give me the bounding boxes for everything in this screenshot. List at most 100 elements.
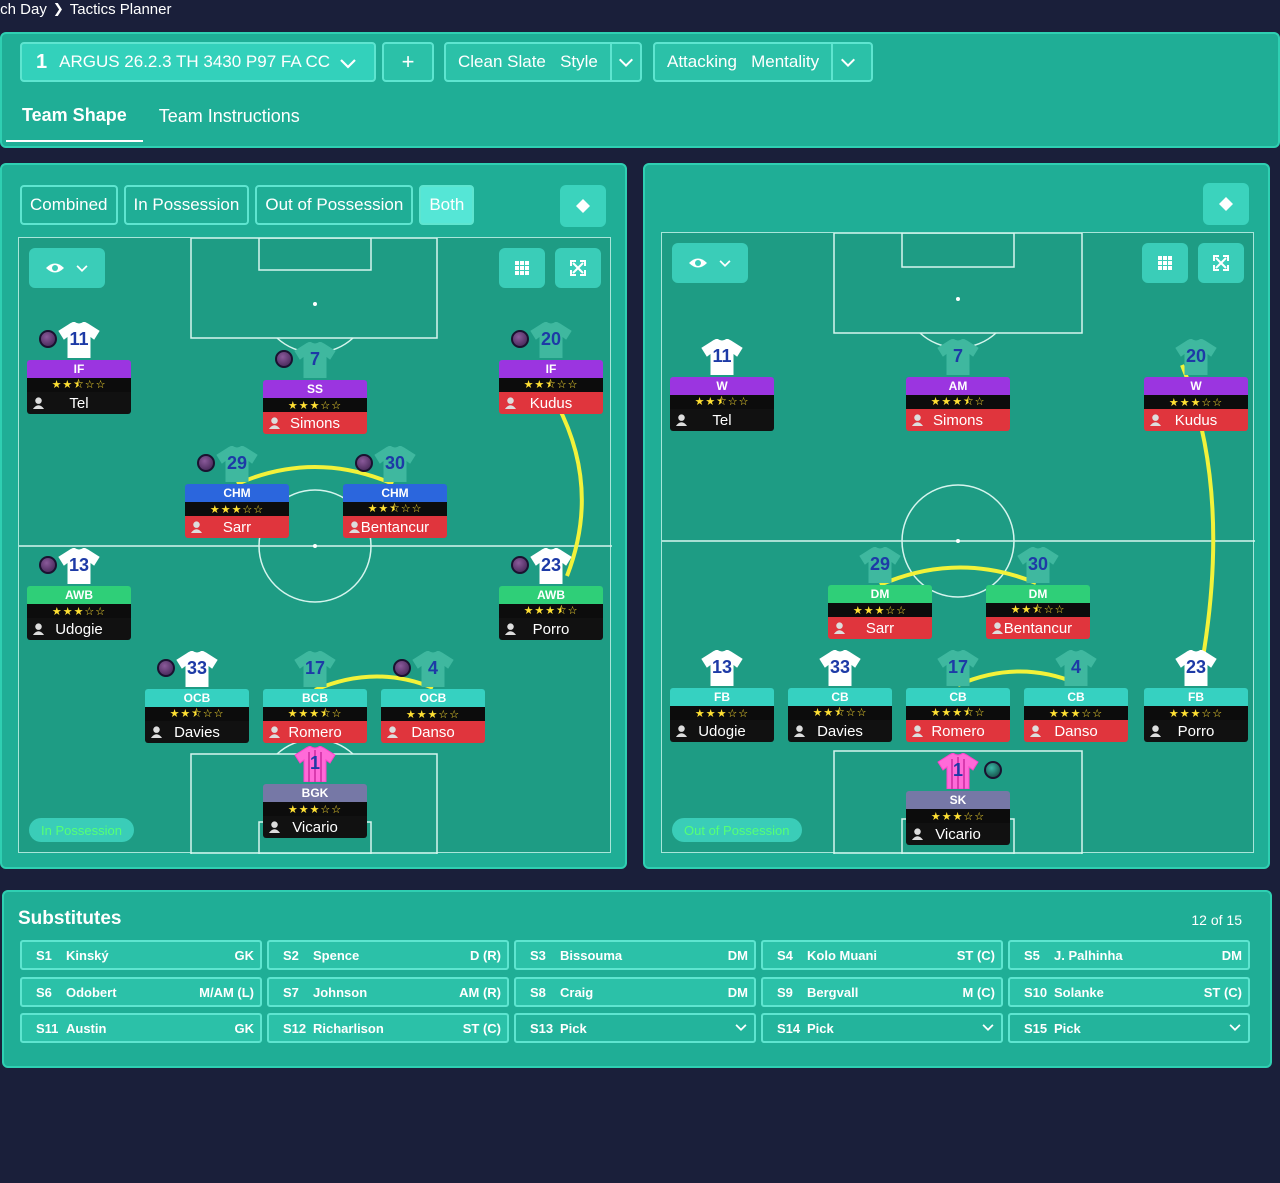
- shirt-icon: 4: [412, 650, 454, 688]
- ball-icon[interactable]: [39, 556, 57, 574]
- player-card[interactable]: SS ★★★☆☆ Simons: [263, 380, 367, 436]
- player-name: Danso: [1054, 722, 1098, 740]
- player-card[interactable]: OCB ★★⯪☆☆ Davies: [145, 689, 249, 745]
- player-card[interactable]: CB ★★★☆☆ Danso: [1024, 688, 1128, 744]
- expand-button[interactable]: [555, 248, 601, 288]
- person-icon: [150, 726, 163, 738]
- sub-position: D (R): [469, 947, 501, 963]
- player-rating: ★★⯪☆☆: [27, 378, 131, 392]
- visibility-toggle[interactable]: [29, 248, 105, 288]
- sub-player-name: Kolo Muani: [807, 947, 878, 963]
- player-card[interactable]: CHM ★★⯪☆☆ Bentancur: [343, 484, 447, 540]
- person-icon: [32, 623, 45, 635]
- player-card[interactable]: CHM ★★★☆☆ Sarr: [185, 484, 289, 540]
- chevron-down-icon[interactable]: [831, 44, 863, 80]
- sub-slot[interactable]: S3 Bissouma DM: [514, 940, 756, 970]
- sub-slot[interactable]: S12 Richarlison ST (C): [267, 1013, 509, 1043]
- player-rating: ★★⯪☆☆: [499, 378, 603, 392]
- sub-slot[interactable]: S4 Kolo Muani ST (C): [761, 940, 1003, 970]
- sub-slot[interactable]: S9 Bergvall M (C): [761, 977, 1003, 1007]
- sub-pick-select[interactable]: S13 Pick: [514, 1013, 756, 1043]
- ball-icon[interactable]: [355, 454, 373, 472]
- player-card[interactable]: IF ★★⯪☆☆ Kudus: [499, 360, 603, 416]
- player-card[interactable]: DM ★★★☆☆ Sarr: [828, 585, 932, 641]
- ball-icon[interactable]: [511, 556, 529, 574]
- sub-slot[interactable]: S6 Odobert M/AM (L): [20, 977, 262, 1007]
- grid-toggle-button[interactable]: [1142, 243, 1188, 283]
- sub-slot[interactable]: S11 Austin GK: [20, 1013, 262, 1043]
- add-tactic-button[interactable]: +: [382, 42, 434, 82]
- sub-slot[interactable]: S2 Spence D (R): [267, 940, 509, 970]
- player-role: OCB: [381, 689, 485, 707]
- player-rating: ★★★⯪☆: [263, 707, 367, 721]
- sub-slot[interactable]: S1 Kinský GK: [20, 940, 262, 970]
- sub-player-name: Craig: [560, 984, 594, 1000]
- view-in-possession-button[interactable]: In Possession: [123, 185, 250, 225]
- tactic-select[interactable]: 1 ARGUS 26.2.3 TH 3430 P97 FA CC: [20, 42, 376, 82]
- sub-slot-number: S13: [530, 1020, 554, 1036]
- player-card[interactable]: AWB ★★★⯪☆ Porro: [499, 586, 603, 642]
- player-rating: ★★★☆☆: [906, 809, 1010, 823]
- player-name: Kudus: [1174, 411, 1218, 429]
- shirt-number: 29: [869, 554, 891, 574]
- visibility-toggle[interactable]: [672, 243, 748, 283]
- chevron-down-icon[interactable]: [609, 44, 640, 80]
- person-icon: [504, 623, 517, 635]
- view-combined-button[interactable]: Combined: [20, 185, 118, 225]
- player-card[interactable]: CB ★★★⯪☆ Romero: [906, 688, 1010, 744]
- expand-button[interactable]: [1198, 243, 1244, 283]
- shirt-icon: 20: [530, 321, 572, 359]
- sub-pick-select[interactable]: S15 Pick: [1008, 1013, 1250, 1043]
- sub-position: AM (R): [459, 984, 501, 1000]
- formation-diamond-button[interactable]: [560, 185, 606, 227]
- sub-slot-number: S1: [36, 947, 52, 963]
- ball-icon[interactable]: [197, 454, 215, 472]
- view-both-button[interactable]: Both: [419, 185, 475, 225]
- ball-icon[interactable]: [511, 330, 529, 348]
- style-select[interactable]: Clean Slate Style: [444, 42, 642, 82]
- sub-slot[interactable]: S10 Solanke ST (C): [1008, 977, 1250, 1007]
- ball-icon[interactable]: [393, 659, 411, 677]
- ball-icon[interactable]: [157, 659, 175, 677]
- sub-position: GK: [234, 947, 255, 963]
- sub-slot[interactable]: S5 J. Palhinha DM: [1008, 940, 1250, 970]
- shirt-icon: 30: [1017, 546, 1059, 584]
- sub-slot[interactable]: S8 Craig DM: [514, 977, 756, 1007]
- ball-icon[interactable]: [275, 350, 293, 368]
- player-card[interactable]: AWB ★★★☆☆ Udogie: [27, 586, 131, 642]
- player-card[interactable]: FB ★★★☆☆ Porro: [1144, 688, 1248, 744]
- sub-pick-select[interactable]: S14 Pick: [761, 1013, 1003, 1043]
- player-card[interactable]: W ★★★☆☆ Kudus: [1144, 377, 1248, 433]
- player-card[interactable]: AM ★★★⯪☆ Simons: [906, 377, 1010, 433]
- player-role: FB: [670, 688, 774, 706]
- style-label: Clean Slate Style: [446, 52, 610, 72]
- sub-slot-number: S14: [777, 1020, 801, 1036]
- player-card[interactable]: SK ★★★☆☆ Vicario: [906, 791, 1010, 847]
- sub-slot-number: S12: [283, 1020, 307, 1036]
- view-out-of-possession-button[interactable]: Out of Possession: [255, 185, 414, 225]
- shirt-number: 30: [384, 453, 406, 473]
- breadcrumb-parent[interactable]: tch Day: [0, 1, 47, 18]
- ball-icon[interactable]: [39, 330, 57, 348]
- mentality-select[interactable]: Attacking Mentality: [653, 42, 873, 82]
- sub-slot[interactable]: S7 Johnson AM (R): [267, 977, 509, 1007]
- formation-diamond-button[interactable]: [1203, 183, 1249, 225]
- player-card[interactable]: IF ★★⯪☆☆ Tel: [27, 360, 131, 416]
- player-card[interactable]: OCB ★★★☆☆ Danso: [381, 689, 485, 745]
- player-name-bar: Porro: [1144, 720, 1248, 742]
- player-card[interactable]: DM ★★⯪☆☆ Bentancur: [986, 585, 1090, 641]
- player-card[interactable]: BGK ★★★☆☆ Vicario: [263, 784, 367, 840]
- player-rating: ★★★☆☆: [263, 802, 367, 816]
- player-card[interactable]: W ★★⯪☆☆ Tel: [670, 377, 774, 433]
- player-card[interactable]: CB ★★⯪☆☆ Davies: [788, 688, 892, 744]
- sub-player-name: Pick: [1054, 1020, 1081, 1036]
- grid-toggle-button[interactable]: [499, 248, 545, 288]
- player-card[interactable]: FB ★★★☆☆ Udogie: [670, 688, 774, 744]
- tab-team-instructions[interactable]: Team Instructions: [143, 90, 316, 142]
- player-role: CB: [1024, 688, 1128, 706]
- eye-icon: [689, 258, 707, 268]
- tab-team-shape[interactable]: Team Shape: [6, 90, 143, 142]
- player-card[interactable]: BCB ★★★⯪☆ Romero: [263, 689, 367, 745]
- ball-icon[interactable]: [984, 761, 1002, 779]
- sub-position: M/AM (L): [199, 984, 254, 1000]
